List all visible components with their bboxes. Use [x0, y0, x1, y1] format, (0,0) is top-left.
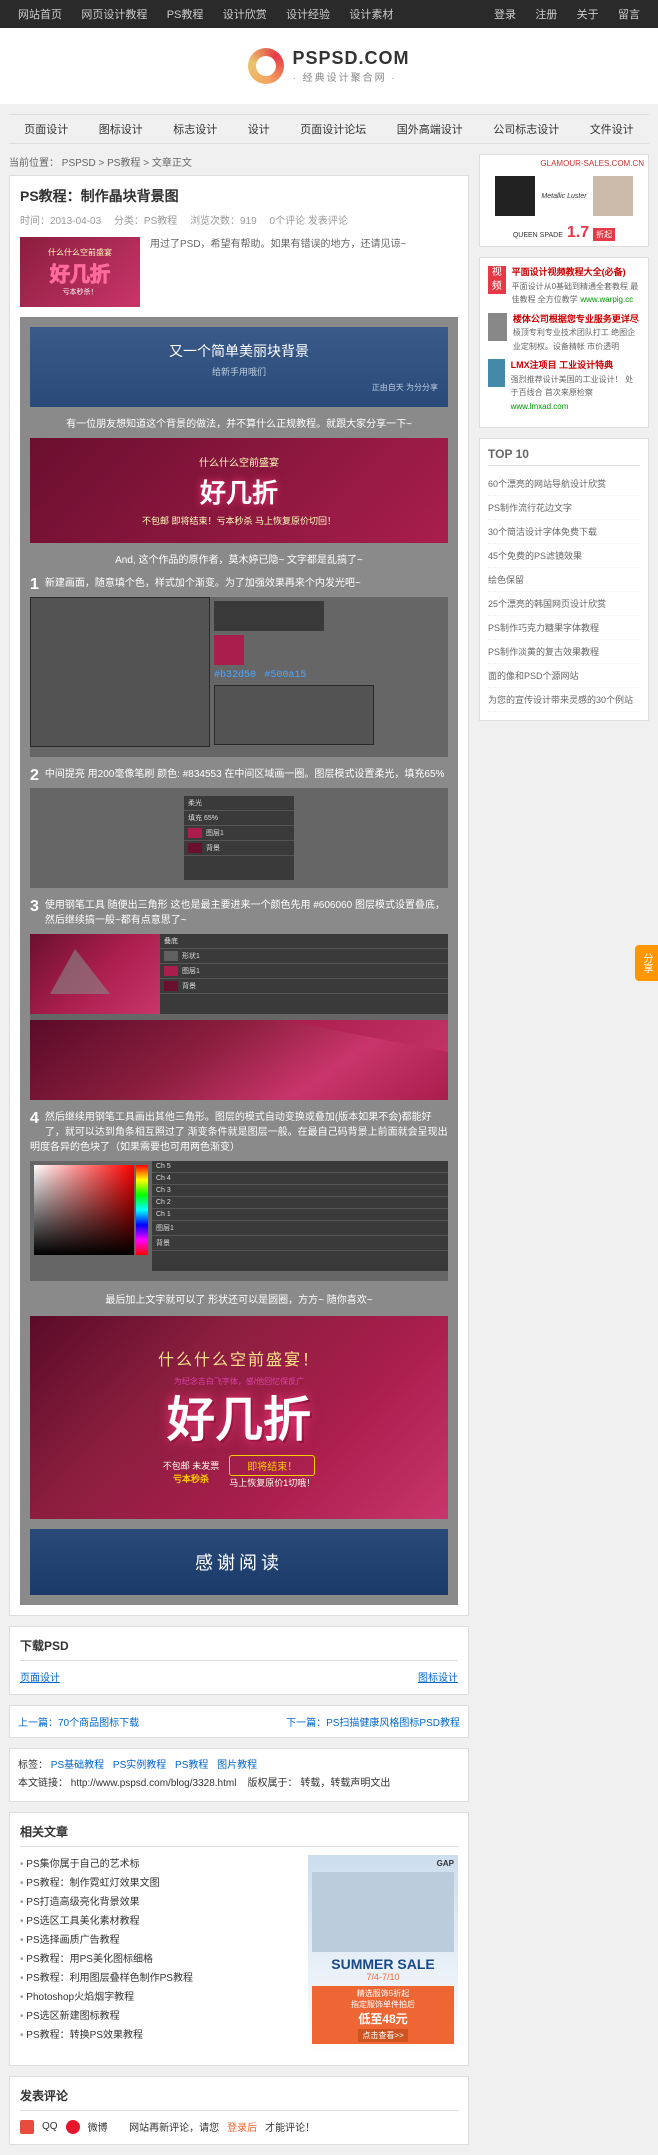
related-link[interactable]: Photoshop火焰烟字教程: [26, 1992, 134, 2003]
topnav-link[interactable]: 网页设计教程: [81, 9, 147, 21]
next-link[interactable]: 下一篇：PS扫描健康风格图标PSD教程: [286, 1714, 460, 1729]
final-showcase: 什么什么空前盛宴！ 为纪念吉白飞字体，感/他回忆保反广 好几折 不包邮 未发票 …: [30, 1316, 448, 1519]
breadcrumb-link[interactable]: PSPSD: [62, 158, 96, 169]
topnav-link[interactable]: 设计欣赏: [223, 9, 267, 21]
nav-link[interactable]: 设计: [248, 121, 270, 137]
nav-link[interactable]: 国外高端设计: [397, 121, 463, 137]
related-link[interactable]: PS选区新建图标教程: [26, 2011, 119, 2022]
related-list: PS集你属于自己的艺术标 PS教程：制作霓虹灯效果文图 PS打造高级亮化背景效果…: [20, 1855, 298, 2055]
message-link[interactable]: 留言: [618, 9, 640, 21]
topbar-left: 网站首页 网页设计教程 PS教程 设计欣赏 设计经验 设计素材: [10, 0, 401, 29]
top10-item[interactable]: 面的像和PSD个源网站: [488, 664, 640, 688]
top10-item[interactable]: PS制作流行花边文字: [488, 496, 640, 520]
qq-icon[interactable]: [20, 2120, 34, 2134]
topnav-link[interactable]: 设计经验: [286, 9, 330, 21]
showcase-image: 什么什么空前盛宴 好几折 不包邮 即将结束！亏本秒杀 马上恢复原价切回！: [30, 438, 448, 543]
top10-item[interactable]: 25个漂亮的韩国网页设计欣赏: [488, 592, 640, 616]
promo-box: 视频教程 平面设计视频教程大全(必备) 平面设计从0基础到精通全套教程 最佳教程…: [479, 257, 649, 428]
share-button[interactable]: 分享: [635, 945, 658, 981]
sidebar-ad-gap[interactable]: GAP SUMMER SALE 7/4-7/10 精选服饰5折起 指定服饰单件拍…: [308, 1855, 458, 2055]
download-section: 下载PSD 页面设计 图标设计: [9, 1626, 469, 1695]
download-link[interactable]: 图标设计: [418, 1669, 458, 1684]
register-link[interactable]: 注册: [535, 9, 557, 21]
topnav-link[interactable]: 网站首页: [18, 9, 62, 21]
article-meta: 时间：2013-04-03 分类：PS教程 浏览次数：919 0个评论 发表评论: [20, 212, 458, 227]
related-link[interactable]: PS教程：用PS美化图标细格: [26, 1954, 153, 1965]
related-link[interactable]: PS选择画质广告教程: [26, 1935, 119, 1946]
article-thumb: 什么什么空前盛宴 好几折 亏本秒杀！: [20, 237, 140, 307]
nav-link[interactable]: 标志设计: [173, 121, 217, 137]
related-link[interactable]: PS教程：利用图层叠样色制作PS教程: [26, 1973, 193, 1984]
prev-link[interactable]: 上一篇：70个商品图标下载: [18, 1714, 139, 1729]
promo-item[interactable]: 楼体公司根据您专业服务更详尽 极顶专利专业技术团队打工 绝图企业定制权。设备精帐…: [488, 313, 640, 354]
top10-item[interactable]: 为您的宣传设计带来灵感的30个例站: [488, 688, 640, 712]
top10-item[interactable]: PS制作巧克力糖果字体教程: [488, 616, 640, 640]
top10-item[interactable]: PS制作淡黄的复古效果教程: [488, 640, 640, 664]
logo-title: PSPSD.COM: [292, 48, 409, 69]
related-link[interactable]: PS选区工具美化素材教程: [26, 1916, 139, 1927]
tutorial-title: 又一个简单美丽块背景: [40, 341, 438, 361]
related-link[interactable]: PS集你属于自己的艺术标: [26, 1859, 139, 1870]
tag-link[interactable]: 图片教程: [217, 1760, 257, 1771]
topbar-right: 登录 注册 关于 留言: [486, 0, 648, 29]
ad-glamour[interactable]: GLAMOUR-SALES.COM.CN Metallic Luster QUE…: [479, 154, 649, 247]
weibo-icon[interactable]: [66, 2120, 80, 2134]
related-link[interactable]: PS打造高级亮化背景效果: [26, 1897, 139, 1908]
promo-item[interactable]: LMX注项目 工业设计特典 强烈推荐设计美国的工业设计！ 处于百线合 首次来原检…: [488, 359, 640, 413]
pager: 上一篇：70个商品图标下载 下一篇：PS扫描健康风格图标PSD教程: [9, 1705, 469, 1738]
tag-link[interactable]: PS实例教程: [113, 1760, 166, 1771]
reply-link[interactable]: 发表评论: [308, 216, 348, 227]
tag-link[interactable]: PS基础教程: [51, 1760, 104, 1771]
logo-icon: [248, 48, 284, 84]
comment-section: 发表评论 QQ 微博 网站再新评论，请您 登录后 才能评论！: [9, 2076, 469, 2145]
topnav-link[interactable]: 设计素材: [349, 9, 393, 21]
nav-link[interactable]: 页面设计论坛: [300, 121, 366, 137]
about-link[interactable]: 关于: [577, 9, 599, 21]
nav-link[interactable]: 文件设计: [590, 121, 634, 137]
main-nav: 页面设计 图标设计 标志设计 设计 页面设计论坛 国外高端设计 公司标志设计 文…: [9, 114, 649, 144]
tag-link[interactable]: PS教程: [175, 1760, 208, 1771]
nav-link[interactable]: 页面设计: [24, 121, 68, 137]
top10-box: TOP 10 60个漂亮的网站导航设计欣赏 PS制作流行花边文字 30个简洁设计…: [479, 438, 649, 721]
related-section: 相关文章 PS集你属于自己的艺术标 PS教程：制作霓虹灯效果文图 PS打造高级亮…: [9, 1812, 469, 2066]
nav-link[interactable]: 公司标志设计: [493, 121, 559, 137]
breadcrumb-link[interactable]: PS教程: [107, 158, 140, 169]
promo-item[interactable]: 视频教程 平面设计视频教程大全(必备) 平面设计从0基础到精通全套教程 最佳教程…: [488, 266, 640, 307]
related-link[interactable]: PS教程：转换PS效果教程: [26, 2030, 143, 2041]
top10-item[interactable]: 30个简洁设计字体免费下载: [488, 520, 640, 544]
article-title: PS教程：制作晶块背景图: [20, 186, 458, 206]
site-header: PSPSD.COM · 经典设计聚合网 ·: [0, 28, 658, 104]
thanks-block: 感谢阅读: [30, 1529, 448, 1595]
top10-item[interactable]: 绘色保留: [488, 568, 640, 592]
intro-text: 用过了PSD，希望有帮助。如果有错误的地方，还请见谅~: [150, 237, 458, 253]
breadcrumb: 当前位置： PSPSD > PS教程 > 文章正文: [9, 154, 469, 169]
login-link[interactable]: 登录: [494, 9, 516, 21]
top10-item[interactable]: 45个免费的PS滤镜效果: [488, 544, 640, 568]
tags-section: 标签： PS基础教程 PS实例教程 PS教程 图片教程 本文链接： http:/…: [9, 1748, 469, 1802]
tutorial-content: 又一个简单美丽块背景 给新手用哦们 正由自天 为分分享 有一位朋友想知道这个背景…: [20, 317, 458, 1605]
top10-item[interactable]: 60个漂亮的网站导航设计欣赏: [488, 472, 640, 496]
related-link[interactable]: PS教程：制作霓虹灯效果文图: [26, 1878, 159, 1889]
nav-link[interactable]: 图标设计: [99, 121, 143, 137]
download-title: 下载PSD: [20, 1637, 458, 1661]
comments-link[interactable]: 0个评论: [270, 216, 306, 227]
download-link[interactable]: 页面设计: [20, 1669, 60, 1684]
topnav-link[interactable]: PS教程: [167, 9, 204, 21]
article: PS教程：制作晶块背景图 时间：2013-04-03 分类：PS教程 浏览次数：…: [9, 175, 469, 1616]
logo-subtitle: · 经典设计聚合网 ·: [292, 69, 409, 84]
login-to-comment[interactable]: 登录后: [227, 2119, 257, 2134]
